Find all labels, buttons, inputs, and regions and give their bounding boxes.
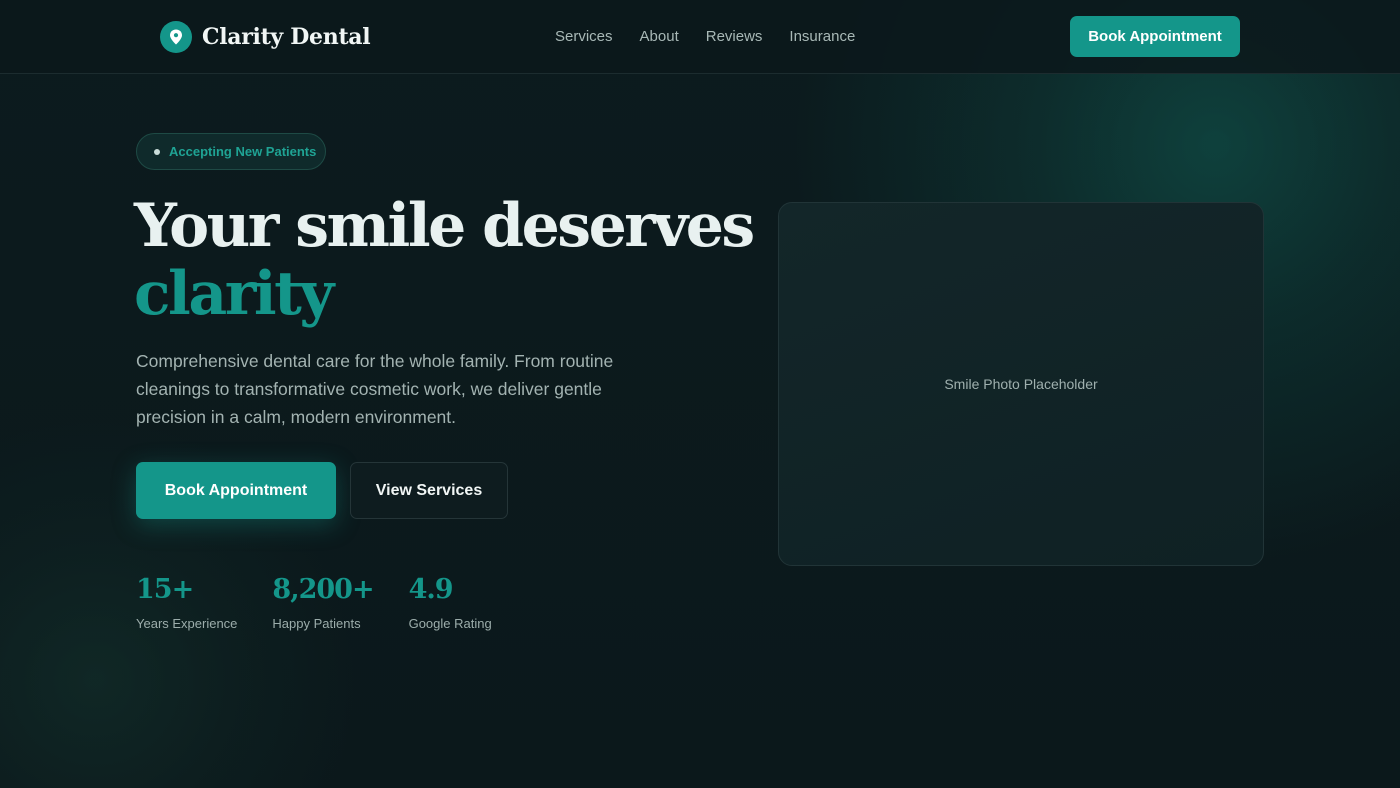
stat-item: 4.9 Google Rating: [409, 574, 492, 631]
headline-accent: clarity: [134, 259, 334, 329]
view-services-button[interactable]: View Services: [350, 462, 508, 519]
stat-value: 8,200+: [272, 574, 374, 605]
brand-name: Clarity Dental: [202, 24, 371, 50]
stat-value: 15+: [136, 574, 194, 605]
header-book-appointment-button[interactable]: Book Appointment: [1070, 16, 1240, 57]
location-pin-icon: [160, 21, 192, 53]
stat-label: Google Rating: [408, 616, 492, 631]
landing-page: Clarity Dental Services About Reviews In…: [0, 0, 1400, 788]
main-nav: Services About Reviews Insurance: [555, 28, 882, 45]
status-badge: Accepting New Patients: [136, 133, 326, 170]
stat-label: Years Experience: [136, 616, 238, 631]
stat-item: 15+ Years Experience: [136, 574, 237, 631]
nav-link-reviews[interactable]: Reviews: [706, 28, 763, 45]
hero-headline: Your smile deserves clarity: [134, 191, 755, 329]
status-dot-icon: [154, 148, 160, 155]
hero-lead-text: Comprehensive dental care for the whole …: [136, 351, 614, 427]
stat-value: 4.9: [408, 574, 454, 605]
stat-item: 8,200+ Happy Patients: [272, 574, 374, 631]
nav-link-insurance[interactable]: Insurance: [789, 28, 855, 45]
badge-text: Accepting New Patients: [169, 144, 317, 159]
headline-line: Your smile deserves: [134, 191, 755, 261]
stat-label: Happy Patients: [272, 616, 361, 631]
stats-row: 15+ Years Experience 8,200+ Happy Patien…: [136, 574, 527, 631]
site-header: Clarity Dental Services About Reviews In…: [0, 0, 1400, 74]
brand-logo[interactable]: Clarity Dental: [160, 21, 371, 53]
smile-photo-placeholder: Smile Photo Placeholder: [778, 202, 1264, 566]
nav-link-services[interactable]: Services: [555, 28, 613, 45]
photo-placeholder-label: Smile Photo Placeholder: [944, 376, 1098, 392]
nav-link-about[interactable]: About: [640, 28, 679, 45]
book-appointment-button[interactable]: Book Appointment: [136, 462, 336, 519]
